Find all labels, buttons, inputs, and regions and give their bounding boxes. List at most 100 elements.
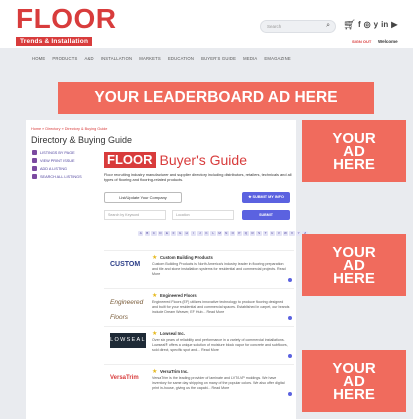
leaderboard-ad[interactable]: YOUR LEADERBOARD AD HERE (58, 82, 374, 114)
keyword-search-input[interactable]: Search by Keyword (104, 210, 166, 220)
alphabet-letter-f[interactable]: F (170, 231, 177, 237)
alphabet-letter-a[interactable]: A (138, 231, 144, 237)
sidebar-item-label: VIEW PRINT ISSUE (40, 158, 75, 163)
page-title: Directory & Buying Guide (31, 135, 133, 145)
bullet-icon (288, 354, 292, 358)
alphabet-letter-c[interactable]: C (151, 231, 157, 237)
company-description: VersaTrim is the leading provider of lam… (152, 376, 285, 390)
sidebar-item-print[interactable]: VIEW PRINT ISSUE (32, 158, 82, 163)
alphabet-letter-k[interactable]: K (203, 231, 210, 237)
nav-item-home[interactable]: HOME (32, 56, 45, 66)
youtube-icon[interactable]: ▶ (391, 20, 397, 29)
guide-description: Floor recruiting industry manufacturer a… (104, 172, 292, 182)
alphabet-letter-o[interactable]: O (230, 231, 236, 237)
alphabet-letter-p[interactable]: P (236, 231, 243, 237)
buyers-guide-logo: FLOOR Buyer's Guide (104, 152, 247, 168)
guide-logo-title: Buyer's Guide (159, 152, 248, 168)
sidebar-item-label: ADD A LISTING (40, 166, 68, 171)
nav-item-emagazine[interactable]: EMAGAZINE (264, 56, 290, 66)
alphabet-letter-h[interactable]: H (184, 231, 190, 237)
submit-info-button[interactable]: ★ SUBMIT MY INFO (242, 192, 290, 203)
company-name[interactable]: Engineered Floors (160, 293, 197, 298)
company-logo: Engineered Floors (110, 299, 144, 321)
nav-item-a-and-d[interactable]: A&D (84, 56, 93, 66)
alphabet-letter-n[interactable]: N (223, 231, 229, 237)
alphabet-letter-w[interactable]: W (282, 231, 289, 237)
alphabet-letter-g[interactable]: G (177, 231, 183, 237)
bullet-icon (288, 278, 292, 282)
alphabet-letter-x[interactable]: X (289, 231, 295, 237)
logo-subtitle: Trends & Installation (16, 37, 93, 46)
nav-item-education[interactable]: EDUCATION (168, 56, 194, 66)
side-ad-3[interactable]: YOUR AD HERE (302, 350, 406, 412)
company-description: Custom Building Products is North Americ… (152, 262, 286, 276)
company-description: Engineered Floors (EF) utilizes innovati… (152, 300, 290, 314)
alphabet-letter-t[interactable]: T (262, 231, 269, 237)
sidebar-item-search[interactable]: SEARCH ALL LISTINGS (32, 174, 82, 179)
alphabet-letter-v[interactable]: V (276, 231, 282, 237)
alphabet-letter-q[interactable]: Q (243, 231, 249, 237)
alphabet-letter-b[interactable]: B (144, 231, 150, 237)
list-icon (32, 150, 37, 155)
plus-icon (32, 166, 37, 171)
alphabet-letter-l[interactable]: L (210, 231, 216, 237)
instagram-icon[interactable]: ◎ (364, 20, 371, 29)
alphabet-letter-r[interactable]: R (249, 231, 256, 237)
alphabet-letter-d[interactable]: D (157, 231, 164, 237)
list-item[interactable]: VersaTrim ★ VersaTrim Inc. VersaTrim is … (104, 364, 294, 402)
ad-text: HERE (333, 385, 375, 403)
facebook-icon[interactable]: f (358, 20, 361, 29)
alphabet-letter-s[interactable]: S (256, 231, 262, 237)
sidebar-item-listings[interactable]: LISTINGS BY PAGE (32, 150, 82, 155)
main-nav: HOME PRODUCTS A&D INSTALLATION MARKETS E… (0, 56, 413, 66)
twitter-icon[interactable]: y (374, 20, 378, 29)
alphabet-filter: ABCDEFGHIJKLMNOPQRSTUVWXYZ (138, 231, 308, 237)
company-logo: LOWSEAL (110, 333, 146, 348)
alphabet-letter-i[interactable]: I (190, 231, 197, 237)
company-name[interactable]: Lowseal Inc. (160, 331, 185, 336)
ad-text: HERE (333, 269, 375, 287)
site-header: FLOOR Trends & Installation Search ⌕ 🛒︎ … (0, 0, 413, 48)
alphabet-letter-e[interactable]: E (164, 231, 170, 237)
alphabet-letter-m[interactable]: M (216, 231, 223, 237)
logo-text: FLOOR (16, 3, 117, 34)
alphabet-letter-u[interactable]: U (269, 231, 275, 237)
search-submit-button[interactable]: SUBMIT (242, 210, 290, 220)
nav-item-markets[interactable]: MARKETS (139, 56, 161, 66)
side-ad-1[interactable]: YOUR AD HERE (302, 120, 406, 182)
directory-sidebar: LISTINGS BY PAGE VIEW PRINT ISSUE ADD A … (32, 150, 82, 182)
nav-item-buyers-guide[interactable]: BUYER'S GUIDE (201, 56, 236, 66)
search-icon (32, 174, 37, 179)
bullet-icon (288, 316, 292, 320)
breadcrumb[interactable]: Home » Directory » Directory & Buying Gu… (31, 127, 107, 131)
cart-icon[interactable]: 🛒︎ (343, 20, 356, 31)
company-name[interactable]: Custom Building Products (160, 255, 213, 260)
star-icon: ★ (152, 293, 158, 299)
alphabet-letter-j[interactable]: J (197, 231, 203, 237)
alphabet-letter-y[interactable]: Y (295, 231, 302, 237)
bullet-icon (288, 392, 292, 396)
nav-item-installation[interactable]: INSTALLATION (101, 56, 133, 66)
company-name[interactable]: VersaTrim Inc. (160, 369, 188, 374)
company-logo: VersaTrim (110, 375, 139, 381)
signout-link[interactable]: SIGN OUT (352, 39, 371, 44)
nav-item-media[interactable]: MEDIA (243, 56, 257, 66)
search-placeholder: Search (267, 24, 282, 29)
welcome-link[interactable]: Welcome (378, 39, 398, 44)
print-icon (32, 158, 37, 163)
company-description: Over six years of reliability and perfor… (152, 338, 288, 352)
linkedin-icon[interactable]: in (381, 20, 388, 29)
search-input[interactable]: Search ⌕ (260, 20, 336, 33)
star-icon: ★ (152, 255, 158, 261)
site-logo[interactable]: FLOOR Trends & Installation (16, 3, 117, 48)
list-item[interactable]: CUSTOM ★ Custom Building Products Custom… (104, 250, 294, 288)
location-select[interactable]: Location (172, 210, 234, 220)
list-company-button[interactable]: List/Update Your Company (104, 192, 182, 203)
search-icon[interactable]: ⌕ (326, 22, 330, 30)
list-item[interactable]: Engineered Floors ★ Engineered Floors En… (104, 288, 294, 326)
sidebar-item-add[interactable]: ADD A LISTING (32, 166, 82, 171)
list-item[interactable]: LOWSEAL ★ Lowseal Inc. Over six years of… (104, 326, 294, 364)
nav-item-products[interactable]: PRODUCTS (52, 56, 77, 66)
directory-panel: Home » Directory » Directory & Buying Gu… (26, 120, 308, 419)
side-ad-2[interactable]: YOUR AD HERE (302, 234, 406, 296)
